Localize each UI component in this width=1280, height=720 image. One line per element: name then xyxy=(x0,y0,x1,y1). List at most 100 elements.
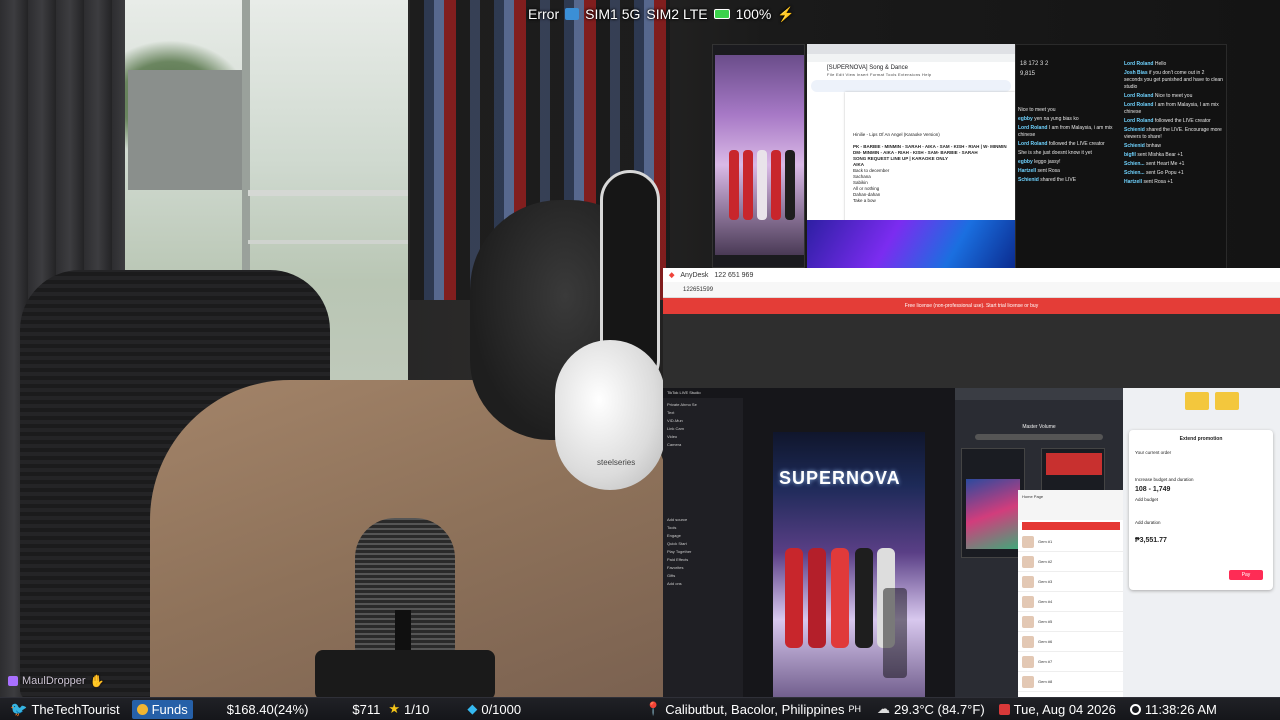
master-volume-slider[interactable] xyxy=(975,434,1103,440)
folder-icon[interactable] xyxy=(1185,392,1209,410)
studio-tool[interactable]: Play Together xyxy=(667,549,739,554)
clock-icon xyxy=(1129,703,1141,715)
chat-message: Lord Roland followed the LIVE creator xyxy=(1018,141,1105,147)
shop-item[interactable]: Gem #6 xyxy=(1018,632,1124,652)
status-sim2: SIM2 LTE xyxy=(646,6,708,22)
folder-icon[interactable] xyxy=(1215,392,1239,410)
anydesk-remote-view[interactable] xyxy=(663,314,1280,388)
performer xyxy=(855,548,873,648)
doc-toolbar[interactable] xyxy=(811,80,1011,92)
shop-item[interactable]: Gem #7 xyxy=(1018,652,1124,672)
location-text: Calibutbut, Bacolor, Philippines xyxy=(665,701,845,717)
doc-line: Take a bow xyxy=(853,198,876,203)
cloud-icon: ☁ xyxy=(877,701,891,716)
item-thumb xyxy=(1022,555,1034,568)
performer xyxy=(757,150,767,220)
ticker-handle: 🐦 TheTechTourist xyxy=(0,698,124,720)
diamond-icon: ◆ xyxy=(467,701,478,716)
browser-tabs[interactable] xyxy=(807,44,1015,54)
promotion-window: Extend promotion Your current order Incr… xyxy=(1123,388,1280,700)
funds-label: Funds xyxy=(151,701,188,717)
anydesk-toolbar: 122651599 xyxy=(663,282,1280,298)
status-error: Error xyxy=(528,6,560,22)
shop-item[interactable]: Gem #5 xyxy=(1018,612,1124,632)
stars-counter: ★ 1/10 xyxy=(384,698,433,720)
doc-title[interactable]: [SUPERNOVA] Song & Dance xyxy=(807,62,1015,71)
anydesk-license-banner[interactable]: Free license (non-professional use). Sta… xyxy=(663,298,1280,314)
chat-stats: 18 172 3 2 xyxy=(1020,61,1049,67)
performer xyxy=(743,150,753,220)
views-range: 108 - 1,749 xyxy=(1135,486,1171,493)
chat-message: Schienid bnhaw xyxy=(1124,143,1161,149)
performer xyxy=(771,150,781,220)
chat-message: Hartzell sent Rosa xyxy=(1018,168,1060,174)
shop-tab[interactable]: Home Page xyxy=(1022,494,1043,499)
item-thumb xyxy=(1022,675,1034,688)
shop-header: Home Page xyxy=(1018,490,1124,520)
studio-source[interactable]: VID-Mun xyxy=(667,418,739,423)
studio-tool[interactable]: Engage xyxy=(667,533,739,538)
chat-message: Lord Roland followed the LIVE creator xyxy=(1124,118,1211,124)
chat-column-left: 18 172 3 2 9,815 Nice to meet you egbby … xyxy=(1016,59,1120,188)
stream-ticker: 🐦 TheTechTourist Funds $168.40(24%) $711… xyxy=(0,697,1280,720)
studio-source[interactable]: Private Ahmo Se xyxy=(667,402,739,407)
anydesk-app-name: AnyDesk xyxy=(680,271,709,279)
studio-tool[interactable]: Favorites xyxy=(667,565,739,570)
studio-tool[interactable]: Add ons xyxy=(667,581,739,586)
money-bag-icon xyxy=(136,703,148,715)
studio-source[interactable]: Camera xyxy=(667,442,739,447)
chat-message: bigfil sent Mishka Bear +1 xyxy=(1124,152,1184,158)
shop-item[interactable]: Gem #4 xyxy=(1018,592,1124,612)
studio-source[interactable]: Link Cam xyxy=(667,426,739,431)
add-source-button[interactable]: Add source xyxy=(667,517,739,522)
gift-leaderboard xyxy=(883,588,907,678)
drop-user: MaulDropper xyxy=(22,675,86,687)
supernova-logo: SUPERNOVA xyxy=(779,468,901,488)
handle-text: TheTechTourist xyxy=(31,701,120,717)
item-thumb xyxy=(1022,615,1034,628)
studio-source[interactable]: Text xyxy=(667,410,739,415)
live-chat-window: 18 172 3 2 9,815 Nice to meet you egbby … xyxy=(1015,44,1227,270)
studio-tools: Tools xyxy=(667,525,677,530)
browser-tabs[interactable] xyxy=(955,388,1123,400)
studio-tool[interactable]: Gifts xyxy=(667,573,739,578)
clock: 11:38:26 AM xyxy=(1126,698,1221,720)
weather-text: 29.3°C (84.7°F) xyxy=(894,701,985,717)
studio-tool[interactable]: Paid Effects xyxy=(667,557,739,562)
google-docs-window: [SUPERNOVA] Song & Dance File Edit View … xyxy=(807,44,1015,268)
desktop-wallpaper xyxy=(807,220,1015,268)
signal-icon xyxy=(565,8,580,20)
anydesk-session-tab[interactable]: 122 651 969 xyxy=(714,272,753,279)
studio-source[interactable]: Video xyxy=(667,434,739,439)
browser-address-bar[interactable] xyxy=(807,54,1015,62)
chat-message: egbby yen na yung bias ko xyxy=(1018,116,1079,122)
doc-menu[interactable]: File Edit View Insert Format Tools Exten… xyxy=(807,71,1015,78)
shop-item[interactable]: Gem #8 xyxy=(1018,672,1124,692)
pay-button[interactable]: Pay xyxy=(1229,570,1263,580)
location: 📍 Calibutbut, Bacolor, Philippines PH xyxy=(641,698,865,720)
pin-icon: 📍 xyxy=(645,701,662,716)
twitter-icon: 🐦 xyxy=(10,700,28,717)
shop-item[interactable]: Gem #1 xyxy=(1018,532,1124,552)
country-code: PH xyxy=(848,704,862,714)
item-thumb xyxy=(1022,595,1034,608)
performer xyxy=(785,150,795,220)
studio-title: TikTok LIVE Studio xyxy=(667,390,701,395)
diamonds-counter: ◆ 0/1000 xyxy=(463,698,525,720)
funds-badge: Funds xyxy=(131,699,193,719)
goal-value: $711 xyxy=(352,701,381,717)
chat-message: Schien... sent Heart Me +1 xyxy=(1124,161,1185,167)
desktop-folders xyxy=(1185,392,1255,412)
add-duration-field[interactable]: Add duration xyxy=(1135,520,1267,525)
anydesk-address[interactable]: 122651599 xyxy=(683,287,713,293)
studio-tool[interactable]: Quick Start xyxy=(667,541,739,546)
chat-column-right: Lord Roland Hello Josh Bias if you don't… xyxy=(1122,59,1226,190)
chat-message: Schienid shared the LIVE xyxy=(1018,177,1077,183)
preview-pane[interactable] xyxy=(961,448,1025,558)
gift-strip xyxy=(1018,79,1118,107)
date-text: Tue, Aug 04 2026 xyxy=(1013,701,1116,717)
shop-item[interactable]: Gem #3 xyxy=(1018,572,1124,592)
phone-live-preview xyxy=(712,44,805,268)
chat-message: Lord Roland I am from Malaysia, I am mix… xyxy=(1124,102,1219,115)
shop-item[interactable]: Gem #2 xyxy=(1018,552,1124,572)
